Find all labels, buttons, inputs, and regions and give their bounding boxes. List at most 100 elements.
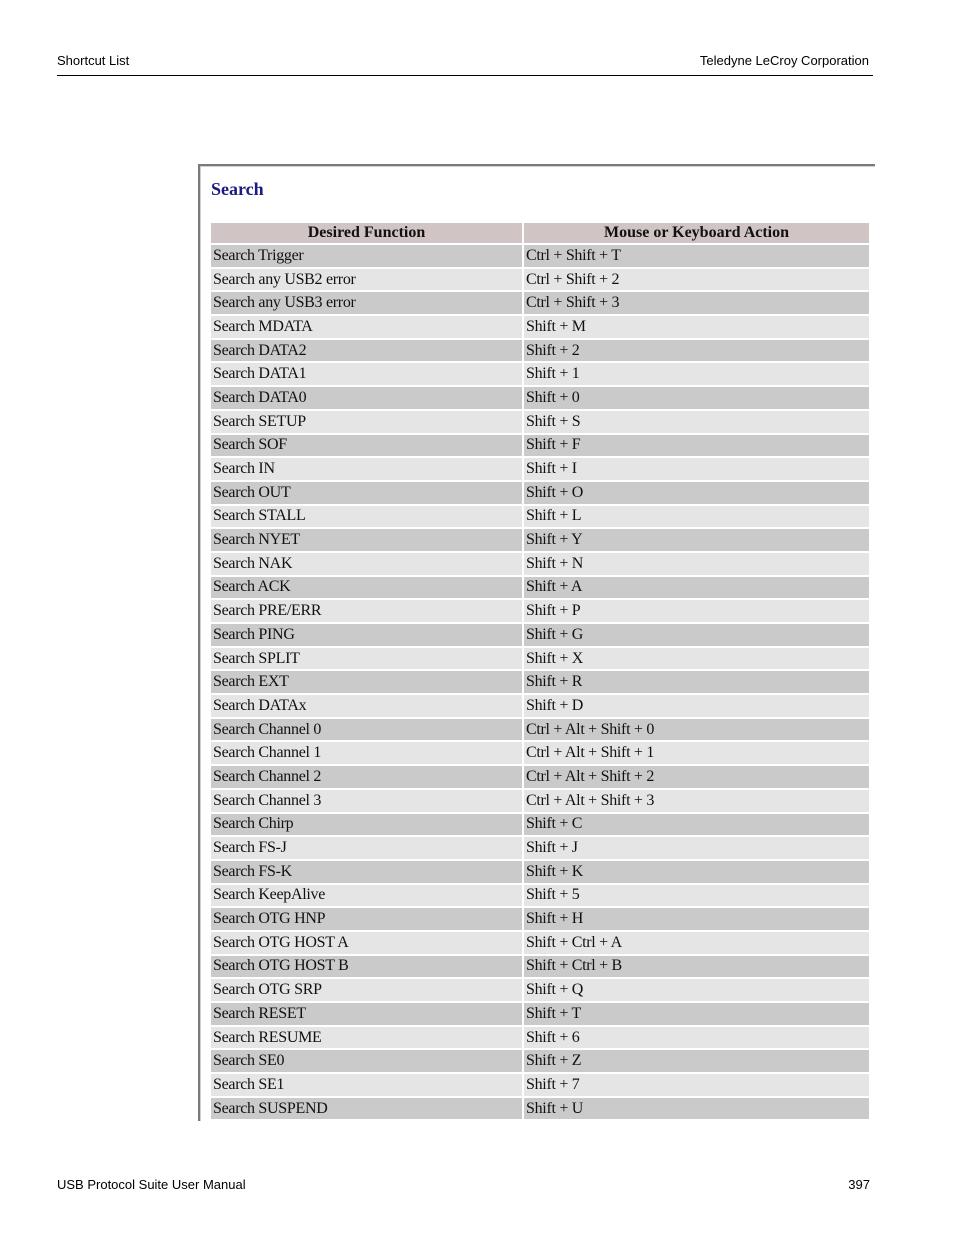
page-header: Shortcut List Teledyne LeCroy Corporatio… [57, 51, 873, 76]
keyboard-action-cell: Shift + P [524, 600, 869, 622]
keyboard-action-cell: Ctrl + Shift + 3 [524, 292, 869, 315]
keyboard-action-cell: Shift + 2 [524, 339, 869, 362]
table-row: Search SE0 Shift + Z [211, 1050, 869, 1073]
table-row: Search Channel 2 Ctrl + Alt + Shift + 2 [211, 766, 869, 788]
table-row: Search SPLIT Shift + X [211, 647, 869, 670]
table-row: Search PRE/ERR Shift + P [211, 600, 869, 622]
desired-function-cell: Search Trigger [211, 245, 522, 267]
desired-function-cell: Search EXT [211, 671, 522, 694]
column-header-action: Mouse or Keyboard Action [524, 223, 869, 243]
table-header-row: Desired Function Mouse or Keyboard Actio… [211, 223, 869, 243]
keyboard-action-cell: Shift + 0 [524, 387, 869, 409]
table-row: Search NAK Shift + N [211, 552, 869, 575]
desired-function-cell: Search Channel 1 [211, 742, 522, 765]
desired-function-cell: Search OTG HOST A [211, 931, 522, 954]
keyboard-action-cell: Ctrl + Shift + 2 [524, 268, 869, 291]
desired-function-cell: Search ACK [211, 576, 522, 599]
keyboard-action-cell: Shift + T [524, 1003, 869, 1025]
footer-manual-title: USB Protocol Suite User Manual [57, 1177, 246, 1192]
desired-function-cell: Search SE1 [211, 1074, 522, 1096]
desired-function-cell: Search OTG HNP [211, 908, 522, 930]
keyboard-action-cell: Shift + A [524, 576, 869, 599]
keyboard-action-cell: Shift + F [524, 434, 869, 457]
table-row: Search any USB3 error Ctrl + Shift + 3 [211, 292, 869, 315]
desired-function-cell: Search FS-J [211, 837, 522, 859]
column-header-desired-function: Desired Function [211, 223, 522, 243]
keyboard-action-cell: Ctrl + Shift + T [524, 245, 869, 267]
desired-function-cell: Search any USB2 error [211, 268, 522, 291]
table-body: Search Trigger Ctrl + Shift + T Search any… [211, 245, 869, 1120]
keyboard-action-cell: Shift + N [524, 552, 869, 575]
keyboard-action-cell: Shift + Y [524, 529, 869, 551]
desired-function-cell: Search SE0 [211, 1050, 522, 1073]
keyboard-action-cell: Shift + M [524, 316, 869, 338]
table-row: Search MDATA Shift + M [211, 316, 869, 338]
table-row: Search OTG HOST B Shift + Ctrl + B [211, 955, 869, 978]
table-row: Search SOF Shift + F [211, 434, 869, 457]
table-row: Search ACK Shift + A [211, 576, 869, 599]
desired-function-cell: Search OTG HOST B [211, 955, 522, 978]
keyboard-action-cell: Shift + Ctrl + B [524, 955, 869, 978]
desired-function-cell: Search Channel 0 [211, 718, 522, 741]
table-row: Search NYET Shift + Y [211, 529, 869, 551]
keyboard-action-cell: Shift + G [524, 624, 869, 646]
header-company-name: Teledyne LeCroy Corporation [699, 53, 869, 68]
table-row: Search Chirp Shift + C [211, 813, 869, 836]
table-row: Search SE1 Shift + 7 [211, 1074, 869, 1096]
desired-function-cell: Search OTG SRP [211, 979, 522, 1001]
table-row: Search DATA1 Shift + 1 [211, 363, 869, 386]
table-row: Search PING Shift + G [211, 624, 869, 646]
table-row: Search KeepAlive Shift + 5 [211, 884, 869, 907]
table-row: Search Channel 3 Ctrl + Alt + Shift + 3 [211, 789, 869, 812]
desired-function-cell: Search MDATA [211, 316, 522, 338]
table-row: Search OTG HNP Shift + H [211, 908, 869, 930]
table-row: Search Channel 0 Ctrl + Alt + Shift + 0 [211, 718, 869, 741]
keyboard-action-cell: Shift + 6 [524, 1026, 869, 1049]
desired-function-cell: Search SOF [211, 434, 522, 457]
desired-function-cell: Search RESET [211, 1003, 522, 1025]
desired-function-cell: Search NAK [211, 552, 522, 575]
shortcut-table: Desired Function Mouse or Keyboard Actio… [209, 221, 871, 1121]
table-row: Search Trigger Ctrl + Shift + T [211, 245, 869, 267]
keyboard-action-cell: Shift + Q [524, 979, 869, 1001]
table-row: Search FS-K Shift + K [211, 860, 869, 883]
section-title: Search [211, 179, 264, 199]
desired-function-cell: Search PING [211, 624, 522, 646]
page-number: 397 [848, 1177, 870, 1192]
table-row: Search SETUP Shift + S [211, 410, 869, 433]
desired-function-cell: Search FS-K [211, 860, 522, 883]
table-row: Search OTG HOST A Shift + Ctrl + A [211, 931, 869, 954]
keyboard-action-cell: Shift + C [524, 813, 869, 836]
desired-function-cell: Search Chirp [211, 813, 522, 836]
desired-function-cell: Search Channel 3 [211, 789, 522, 812]
header-section-title: Shortcut List [57, 53, 130, 68]
desired-function-cell: Search IN [211, 458, 522, 480]
desired-function-cell: Search RESUME [211, 1026, 522, 1049]
table-row: Search FS-J Shift + J [211, 837, 869, 859]
keyboard-action-cell: Shift + H [524, 908, 869, 930]
table-row: Search RESET Shift + T [211, 1003, 869, 1025]
table-row: Search IN Shift + I [211, 458, 869, 480]
keyboard-action-cell: Shift + K [524, 860, 869, 883]
desired-function-cell: Search any USB3 error [211, 292, 522, 315]
keyboard-action-cell: Shift + D [524, 695, 869, 717]
keyboard-action-cell: Ctrl + Alt + Shift + 2 [524, 766, 869, 788]
page-footer: USB Protocol Suite User Manual 397 [57, 1177, 870, 1197]
table-row: Search any USB2 error Ctrl + Shift + 2 [211, 268, 869, 291]
desired-function-cell: Search SETUP [211, 410, 522, 433]
desired-function-cell: Search KeepAlive [211, 884, 522, 907]
desired-function-cell: Search DATA0 [211, 387, 522, 409]
desired-function-cell: Search SPLIT [211, 647, 522, 670]
keyboard-action-cell: Ctrl + Alt + Shift + 1 [524, 742, 869, 765]
desired-function-cell: Search SUSPEND [211, 1097, 522, 1120]
keyboard-action-cell: Shift + L [524, 505, 869, 528]
table-row: Search DATA0 Shift + 0 [211, 387, 869, 409]
desired-function-cell: Search NYET [211, 529, 522, 551]
keyboard-action-cell: Shift + U [524, 1097, 869, 1120]
desired-function-cell: Search DATA2 [211, 339, 522, 362]
table-row: Search OUT Shift + O [211, 481, 869, 504]
table-row: Search EXT Shift + R [211, 671, 869, 694]
table-row: Search DATA2 Shift + 2 [211, 339, 869, 362]
keyboard-action-cell: Shift + J [524, 837, 869, 859]
table-row: Search RESUME Shift + 6 [211, 1026, 869, 1049]
